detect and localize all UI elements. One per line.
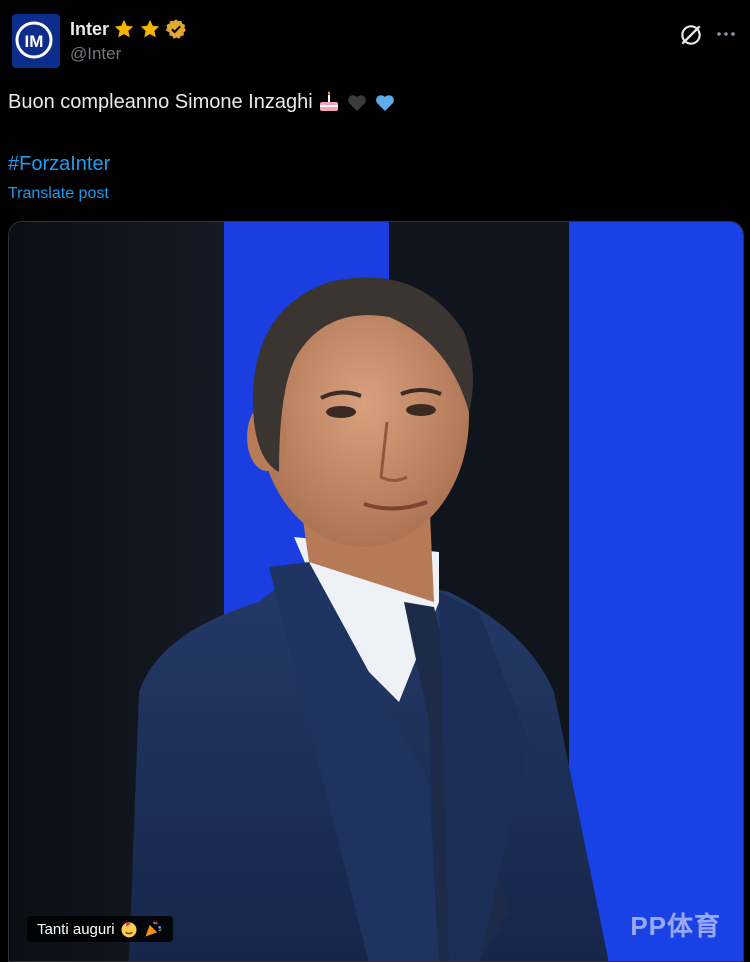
watermark-logo: PP体育 <box>630 911 721 941</box>
more-options-icon[interactable] <box>714 22 738 46</box>
caption-badge-text: Tanti auguri <box>37 920 115 938</box>
caption-badge: Tanti auguri <box>27 916 173 942</box>
star-icon <box>140 19 160 38</box>
portrait-illustration <box>9 222 743 961</box>
author-row: Inter <box>70 18 187 40</box>
party-popper-emoji <box>145 921 162 937</box>
verified-icon[interactable] <box>165 18 187 40</box>
grok-icon[interactable] <box>678 22 704 48</box>
svg-text:IM: IM <box>25 32 44 51</box>
birthday-cake-emoji <box>319 91 338 111</box>
translate-post-link[interactable]: Translate post <box>8 185 109 203</box>
post-header: IM Inter @Inter <box>12 14 738 70</box>
author-handle[interactable]: @Inter <box>70 44 121 64</box>
party-face-emoji <box>121 921 137 938</box>
blue-heart-emoji <box>375 95 394 111</box>
hashtag-link[interactable]: #ForzaInter <box>8 153 110 176</box>
post-text: Buon compleanno Simone Inzaghi <box>8 90 397 114</box>
post-image[interactable]: Tanti auguri PP体育 <box>8 221 744 962</box>
author-name[interactable]: Inter <box>70 19 109 40</box>
inter-logo-icon[interactable]: IM <box>12 14 60 68</box>
black-heart-emoji <box>347 95 366 111</box>
star-icon <box>114 19 134 38</box>
post-text-content: Buon compleanno Simone Inzaghi <box>8 90 313 113</box>
